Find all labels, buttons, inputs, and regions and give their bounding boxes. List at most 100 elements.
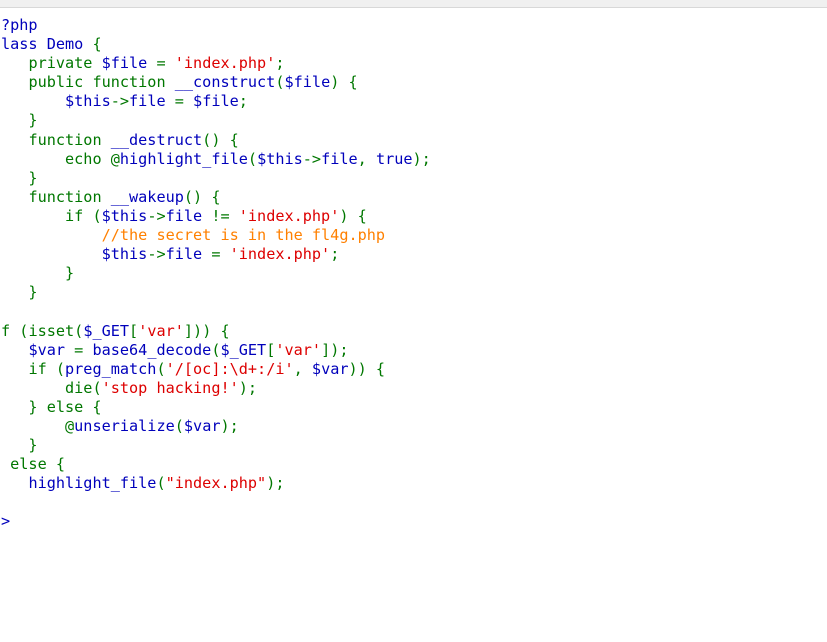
code-token: function [28, 187, 111, 206]
code-line: public function __construct($file) { [1, 73, 431, 92]
code-token: ; [275, 54, 285, 73]
code-token: ( [174, 416, 184, 435]
code-token: 'var' [138, 321, 184, 340]
highlighted-php-source: ?php lass Demo { private $file = 'index.p… [1, 16, 431, 532]
code-token: } [1, 264, 75, 283]
code-token: $var [311, 359, 349, 378]
code-token: } [1, 168, 38, 187]
code-token: highlight_file [119, 149, 248, 168]
code-line: } [1, 283, 431, 302]
code-line: function __destruct() { [1, 131, 431, 150]
code-token: ; [238, 92, 248, 111]
code-line: f (isset($_GET['var'])) { [1, 322, 431, 341]
code-line: } [1, 169, 431, 188]
code-line: die('stop hacking!'); [1, 379, 431, 398]
code-line: } else { [1, 398, 431, 417]
code-token: file [165, 206, 212, 225]
code-line: $var = base64_decode($_GET['var']); [1, 341, 431, 360]
code-line: } [1, 111, 431, 130]
code-token: [ [266, 340, 276, 359]
code-token: ( [275, 73, 285, 92]
code-token: } [1, 111, 38, 130]
code-token: , [293, 359, 312, 378]
code-line: function __wakeup() { [1, 188, 431, 207]
code-token: '/[oc]:\d+:/i' [165, 359, 294, 378]
code-token: = [174, 92, 194, 111]
code-token: true [375, 149, 413, 168]
code-token: != [211, 206, 239, 225]
code-line: > [1, 512, 431, 531]
code-token: @ [1, 416, 75, 435]
code-token: file [165, 245, 212, 264]
code-token: } else { [1, 397, 102, 416]
code-token: ); [412, 149, 431, 168]
code-line: if ($this->file != 'index.php') { [1, 207, 431, 226]
code-token: ) { [330, 73, 358, 92]
code-token: -> [147, 206, 166, 225]
code-token: lass Demo [1, 35, 93, 54]
code-token: echo @ [65, 149, 120, 168]
code-token: ) { [339, 206, 367, 225]
code-token: 'index.php' [229, 245, 331, 264]
code-token: highlight_file [28, 474, 157, 493]
code-line: else { [1, 455, 431, 474]
code-token: function [28, 130, 111, 149]
code-token: __wakeup [110, 187, 184, 206]
code-token: = [211, 245, 230, 264]
code-line: //the secret is in the fl4g.php [1, 226, 431, 245]
code-token: () { [202, 130, 239, 149]
code-line: echo @highlight_file($this->file, true); [1, 150, 431, 169]
code-token: file [321, 149, 358, 168]
code-token: -> [302, 149, 322, 168]
code-token: 'index.php' [174, 54, 276, 73]
code-token: public function [28, 73, 175, 92]
code-token: 'stop hacking!' [101, 378, 239, 397]
code-token: //the secret is in the fl4g.php [101, 226, 386, 245]
code-line: private $file = 'index.php'; [1, 54, 431, 73]
code-token: , [357, 149, 376, 168]
code-token: 'index.php' [238, 206, 340, 225]
code-line: } [1, 436, 431, 455]
code-line: } [1, 264, 431, 283]
code-token: { [92, 35, 102, 54]
code-token: )) { [348, 359, 386, 378]
code-token: $file [101, 54, 157, 73]
code-token: die( [65, 378, 102, 397]
code-token: ])) { [183, 321, 230, 340]
code-token: ]); [321, 340, 349, 359]
code-token: base64_decode [92, 340, 212, 359]
code-token: private [28, 54, 102, 73]
code-token: file [129, 92, 175, 111]
code-token: $this [65, 92, 111, 111]
code-token: $_GET [83, 321, 130, 340]
code-token: ); [220, 416, 239, 435]
code-line: if (preg_match('/[oc]:\d+:/i', $var)) { [1, 360, 431, 379]
code-token: ( [156, 359, 166, 378]
code-token: else { [1, 455, 66, 474]
code-token: () { [183, 187, 221, 206]
code-line: highlight_file("index.php"); [1, 474, 431, 493]
code-token: = [74, 340, 93, 359]
code-token: > [1, 512, 11, 531]
code-token: } [1, 283, 38, 302]
code-token: ?php [1, 16, 38, 34]
code-token: [ [129, 321, 139, 340]
code-token: ); [238, 378, 258, 397]
code-token: if ( [28, 359, 66, 378]
code-token: $file [193, 92, 239, 111]
code-line: ?php [1, 16, 431, 35]
code-token: ( [156, 474, 166, 493]
code-token: } [1, 436, 38, 455]
browser-top-edge [0, 0, 827, 8]
